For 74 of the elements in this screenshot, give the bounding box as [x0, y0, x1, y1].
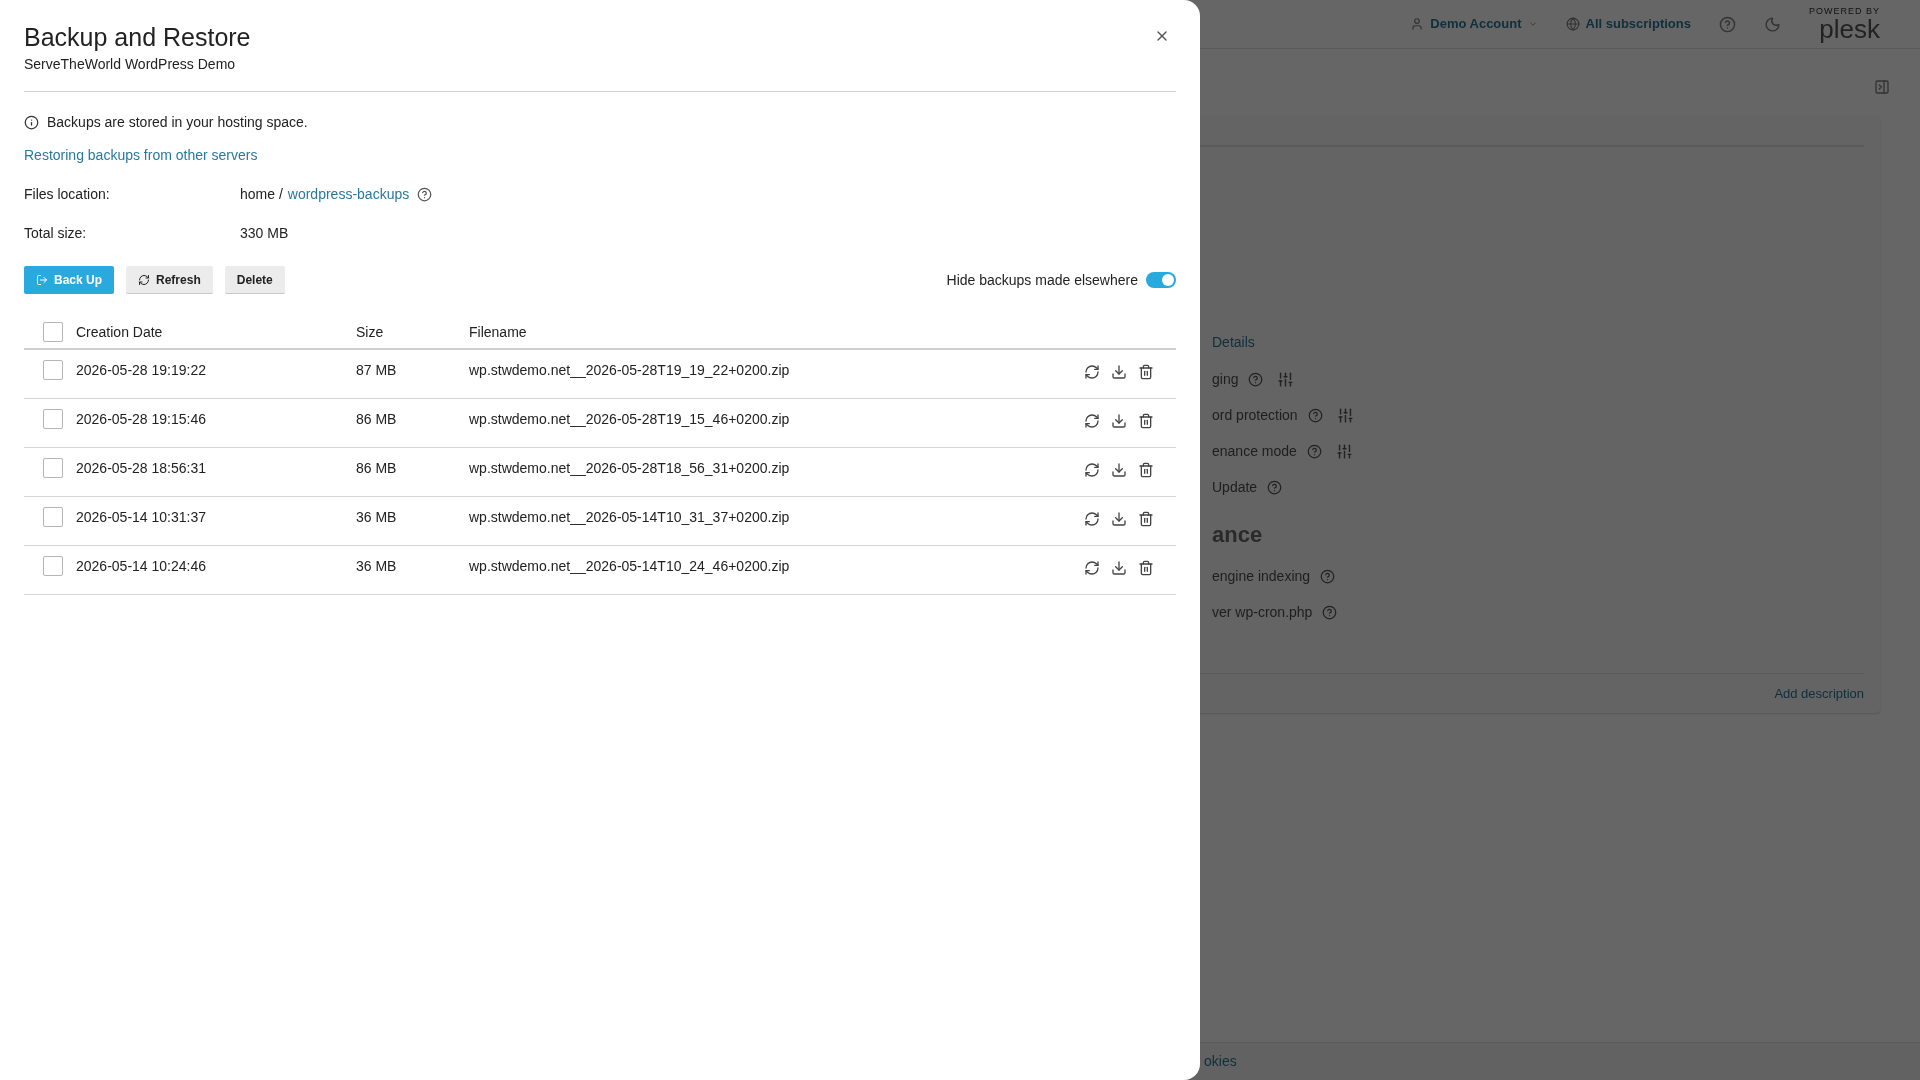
download-icon[interactable] — [1111, 364, 1127, 380]
info-icon — [24, 115, 39, 130]
date-cell-text: 2026-05-14 10:24:46 — [76, 557, 207, 576]
row-checkbox[interactable] — [43, 507, 63, 527]
trash-icon[interactable] — [1138, 560, 1154, 576]
filename-cell-text: wp.stwdemo.net__2026-05-28T19_19_22+0200.zip — [469, 361, 791, 380]
caret-icon — [1527, 19, 1538, 29]
setting-label: ging — [1212, 369, 1239, 389]
help-icon[interactable] — [417, 187, 433, 202]
date-cell-text: 2026-05-28 19:15:46 — [76, 410, 207, 429]
sliders-icon[interactable] — [1335, 442, 1353, 460]
globe-icon — [1565, 17, 1580, 31]
date-cell-text: 2026-05-28 18:56:31 — [76, 459, 207, 478]
row-checkbox[interactable] — [43, 458, 63, 478]
restore-icon[interactable] — [1084, 413, 1100, 429]
size-cell-text: 36 MB — [356, 508, 398, 527]
backup-icon — [36, 274, 48, 286]
download-icon[interactable] — [1111, 560, 1127, 576]
restore-icon[interactable] — [1084, 560, 1100, 576]
powered-by-label: POWERED BY — [1809, 6, 1880, 16]
folder-link[interactable]: wordpress-backups — [287, 184, 410, 205]
row-checkbox[interactable] — [43, 360, 63, 380]
drawer-title: Backup and Restore — [24, 22, 251, 52]
toolbar-button[interactable]: Refresh — [126, 266, 213, 294]
toolbar-button[interactable]: Delete — [224, 266, 285, 294]
user-icon — [1410, 17, 1425, 31]
drawer-subtitle: ServeTheWorld WordPress Demo — [24, 55, 237, 74]
trash-icon[interactable] — [1138, 364, 1154, 380]
download-icon[interactable] — [1111, 511, 1127, 527]
date-cell-text: 2026-05-14 10:31:37 — [76, 508, 207, 527]
setting-label: ver wp-cron.php — [1212, 602, 1313, 622]
detail-value: home / — [240, 185, 283, 204]
row-checkbox[interactable] — [43, 556, 63, 576]
restore-icon[interactable] — [1084, 364, 1100, 380]
size-cell-text: 36 MB — [356, 557, 398, 576]
restore-icon[interactable] — [1084, 511, 1100, 527]
restore-link[interactable]: Restoring backups from other servers — [24, 147, 258, 163]
size-cell-text: 87 MB — [356, 361, 398, 380]
restore-icon[interactable] — [1084, 462, 1100, 478]
setting-label: engine indexing — [1212, 566, 1311, 586]
filename-cell-text: wp.stwdemo.net__2026-05-14T10_24_46+0200.zip — [469, 557, 791, 576]
row-checkbox[interactable] — [43, 409, 63, 429]
toggle-switch[interactable] — [1146, 272, 1176, 288]
trash-icon[interactable] — [1138, 511, 1154, 527]
trash-icon[interactable] — [1138, 413, 1154, 429]
detail-value: 330 MB — [240, 224, 289, 243]
detail-label: Files location: — [24, 185, 111, 204]
sliders-icon[interactable] — [1336, 406, 1354, 424]
size-cell-text: 86 MB — [356, 410, 398, 429]
download-icon[interactable] — [1111, 413, 1127, 429]
filename-cell-text: wp.stwdemo.net__2026-05-28T18_56_31+0200.zip — [469, 459, 791, 478]
setting-label: enance mode — [1212, 441, 1297, 461]
moon-icon[interactable] — [1764, 15, 1781, 33]
refresh-icon — [138, 273, 151, 286]
filename-cell-text: wp.stwdemo.net__2026-05-14T10_31_37+0200.zip — [469, 508, 791, 527]
select-all-checkbox[interactable] — [43, 322, 63, 342]
toggle-label: Hide backups made elsewhere — [946, 270, 1138, 290]
toolbar-button[interactable]: Back Up — [24, 266, 115, 294]
detail-label: Total size: — [24, 224, 88, 243]
column-header[interactable]: Size — [356, 321, 469, 343]
filename-cell-text: wp.stwdemo.net__2026-05-28T19_15_46+0200.zip — [469, 410, 791, 429]
sliders-icon[interactable] — [1277, 370, 1295, 388]
setting-label: Update — [1212, 477, 1258, 497]
download-icon[interactable] — [1111, 462, 1127, 478]
column-header[interactable]: Creation Date — [76, 321, 356, 343]
setting-label: ord protection — [1212, 405, 1298, 425]
plesk-logo[interactable]: plesk — [1819, 15, 1880, 42]
panel-toggle-icon[interactable] — [1874, 79, 1890, 95]
size-cell-text: 86 MB — [356, 459, 398, 478]
info-text: Backups are stored in your hosting space. — [47, 113, 308, 132]
trash-icon[interactable] — [1138, 462, 1154, 478]
date-cell-text: 2026-05-28 19:19:22 — [76, 361, 207, 380]
section-heading: ance — [1212, 521, 1264, 549]
column-header[interactable]: Filename — [469, 321, 527, 343]
